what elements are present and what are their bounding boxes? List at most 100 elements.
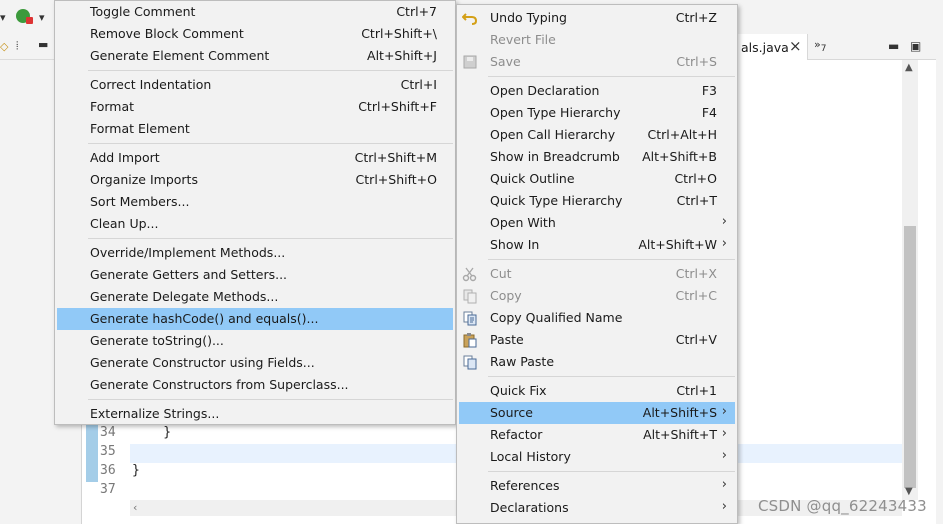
scroll-left-icon[interactable]: ‹ [133,501,137,514]
menu-item-organize-imports[interactable]: Organize Imports Ctrl+Shift+O [57,169,453,191]
code-line[interactable]: } [132,425,171,440]
menu-item-format-element[interactable]: Format Element [57,118,453,140]
menu-item-refactor[interactable]: Refactor Alt+Shift+T › [459,424,735,446]
menu-item-format[interactable]: Format Ctrl+Shift+F [57,96,453,118]
dropdown-arrow-icon[interactable]: ▾ [39,11,45,25]
menu-item-open-with[interactable]: Open With › [459,212,735,234]
menu-item-quick-type-hierarchy[interactable]: Quick Type Hierarchy Ctrl+T [459,190,735,212]
menu-item-local-history[interactable]: Local History › [459,446,735,468]
menu-item-correct-indentation[interactable]: Correct Indentation Ctrl+I [57,74,453,96]
menu-item-label: Format [90,99,135,114]
menu-item-revert-file[interactable]: Revert File [459,29,735,51]
menu-item-shortcut: Ctrl+Shift+M [354,150,437,165]
close-icon[interactable]: × [789,38,802,54]
chevron-right-icon: › [721,426,727,441]
scroll-down-icon[interactable]: ▼ [905,486,913,497]
menu-item-override-implement-methods[interactable]: Override/Implement Methods... [57,242,453,264]
menu-item-show-in[interactable]: Show In Alt+Shift+W › [459,234,735,256]
dropdown-arrow-icon[interactable]: ▾ [0,11,6,25]
menu-item-generate-delegate-methods[interactable]: Generate Delegate Methods... [57,286,453,308]
minimize-icon[interactable]: ▬ [888,39,899,53]
menu-item-shortcut: Ctrl+C [675,288,717,303]
more-tabs-button[interactable]: »7 [814,38,826,54]
menu-item-shortcut: Ctrl+Alt+H [647,127,717,142]
menu-item-quick-fix[interactable]: Quick Fix Ctrl+1 [459,380,735,402]
menu-item-open-declaration[interactable]: Open Declaration F3 [459,80,735,102]
menu-item-undo-typing[interactable]: Undo Typing Ctrl+Z [459,7,735,29]
menu-item-shortcut: F4 [701,105,717,120]
menu-item-sort-members[interactable]: Sort Members... [57,191,453,213]
line-number: 36 [100,463,116,478]
menu-item-label: Local History [490,449,571,464]
menu-item-generate-constructor-fields[interactable]: Generate Constructor using Fields... [57,352,453,374]
menu-item-label: Add Import [90,150,160,165]
menu-item-cut[interactable]: Cut Ctrl+X [459,263,735,285]
line-number: 35 [100,444,116,459]
menu-item-shortcut: Alt+Shift+S [642,405,717,420]
editor-tab[interactable]: als.java × [738,34,808,60]
menu-item-label: Generate Delegate Methods... [90,289,279,304]
menu-item-label: Quick Fix [490,383,547,398]
menu-item-label: Clean Up... [90,216,159,231]
menu-item-references[interactable]: References › [459,475,735,497]
menu-item-generate-element-comment[interactable]: Generate Element Comment Alt+Shift+J [57,45,453,67]
menu-item-add-import[interactable]: Add Import Ctrl+Shift+M [57,147,453,169]
menu-item-label: Quick Type Hierarchy [490,193,623,208]
menu-item-label: Generate Constructors from Superclass... [90,377,349,392]
collapse-icon[interactable]: ⦙ [16,39,18,53]
menu-item-label: Remove Block Comment [90,26,244,41]
menu-item-generate-getters-setters[interactable]: Generate Getters and Setters... [57,264,453,286]
menu-item-save[interactable]: Save Ctrl+S [459,51,735,73]
editor-context-menu: Undo Typing Ctrl+Z Revert File Save Ctrl… [456,4,738,524]
menu-separator [88,70,453,71]
vertical-scrollbar[interactable]: ▲ ▼ [902,60,918,500]
menu-item-shortcut: Ctrl+I [400,77,437,92]
chevron-right-icon: › [721,404,727,419]
editor-tab-label: als.java [741,40,789,55]
menu-item-shortcut: Ctrl+1 [676,383,717,398]
menu-item-generate-tostring[interactable]: Generate toString()... [57,330,453,352]
menu-item-toggle-comment[interactable]: Toggle Comment Ctrl+7 [57,1,453,23]
menu-item-show-in-breadcrumb[interactable]: Show in Breadcrumb Alt+Shift+B [459,146,735,168]
menu-item-shortcut: Alt+Shift+J [367,48,437,63]
menu-item-paste[interactable]: Paste Ctrl+V [459,329,735,351]
menu-item-label: References [490,478,560,493]
link-icon[interactable]: ◇ [0,40,8,54]
menu-item-generate-hashcode-equals[interactable]: Generate hashCode() and equals()... [57,308,453,330]
menu-item-open-call-hierarchy[interactable]: Open Call Hierarchy Ctrl+Alt+H [459,124,735,146]
menu-item-declarations[interactable]: Declarations › [459,497,735,519]
scroll-up-icon[interactable]: ▲ [905,62,913,73]
menu-item-label: Undo Typing [490,10,567,25]
menu-item-copy[interactable]: Copy Ctrl+C [459,285,735,307]
menu-item-clean-up[interactable]: Clean Up... [57,213,453,235]
menu-item-generate-constructors-superclass[interactable]: Generate Constructors from Superclass... [57,374,453,396]
menu-item-quick-outline[interactable]: Quick Outline Ctrl+O [459,168,735,190]
menu-item-open-type-hierarchy[interactable]: Open Type Hierarchy F4 [459,102,735,124]
menu-item-label: Format Element [90,121,190,136]
menu-separator [88,399,453,400]
line-number: 34 [100,425,116,440]
menu-item-label: Refactor [490,427,543,442]
watermark: CSDN @qq_62243433 [758,497,927,515]
menu-item-shortcut: Ctrl+V [675,332,717,347]
menu-item-copy-qualified-name[interactable]: Copy Qualified Name [459,307,735,329]
menu-item-shortcut: Alt+Shift+T [643,427,717,442]
menu-item-label: Copy [490,288,522,303]
menu-item-source[interactable]: Source Alt+Shift+S › [459,402,735,424]
menu-item-raw-paste[interactable]: Raw Paste [459,351,735,373]
menu-item-shortcut: Ctrl+Shift+O [355,172,437,187]
menu-item-label: Save [490,54,521,69]
menu-item-remove-block-comment[interactable]: Remove Block Comment Ctrl+Shift+\ [57,23,453,45]
minimize-icon[interactable]: ▬ [38,38,48,52]
menu-item-label: Correct Indentation [90,77,212,92]
scrollbar-thumb[interactable] [904,226,916,488]
menu-item-label: Cut [490,266,512,281]
menu-item-label: Generate Element Comment [90,48,270,63]
chevron-right-icon: › [721,236,727,251]
menu-item-label: Sort Members... [90,194,190,209]
source-submenu: Toggle Comment Ctrl+7 Remove Block Comme… [54,0,456,425]
code-line[interactable]: } [132,463,140,478]
menu-item-externalize-strings[interactable]: Externalize Strings... [57,403,453,425]
menu-separator [488,471,735,472]
maximize-icon[interactable]: ▣ [910,39,921,53]
